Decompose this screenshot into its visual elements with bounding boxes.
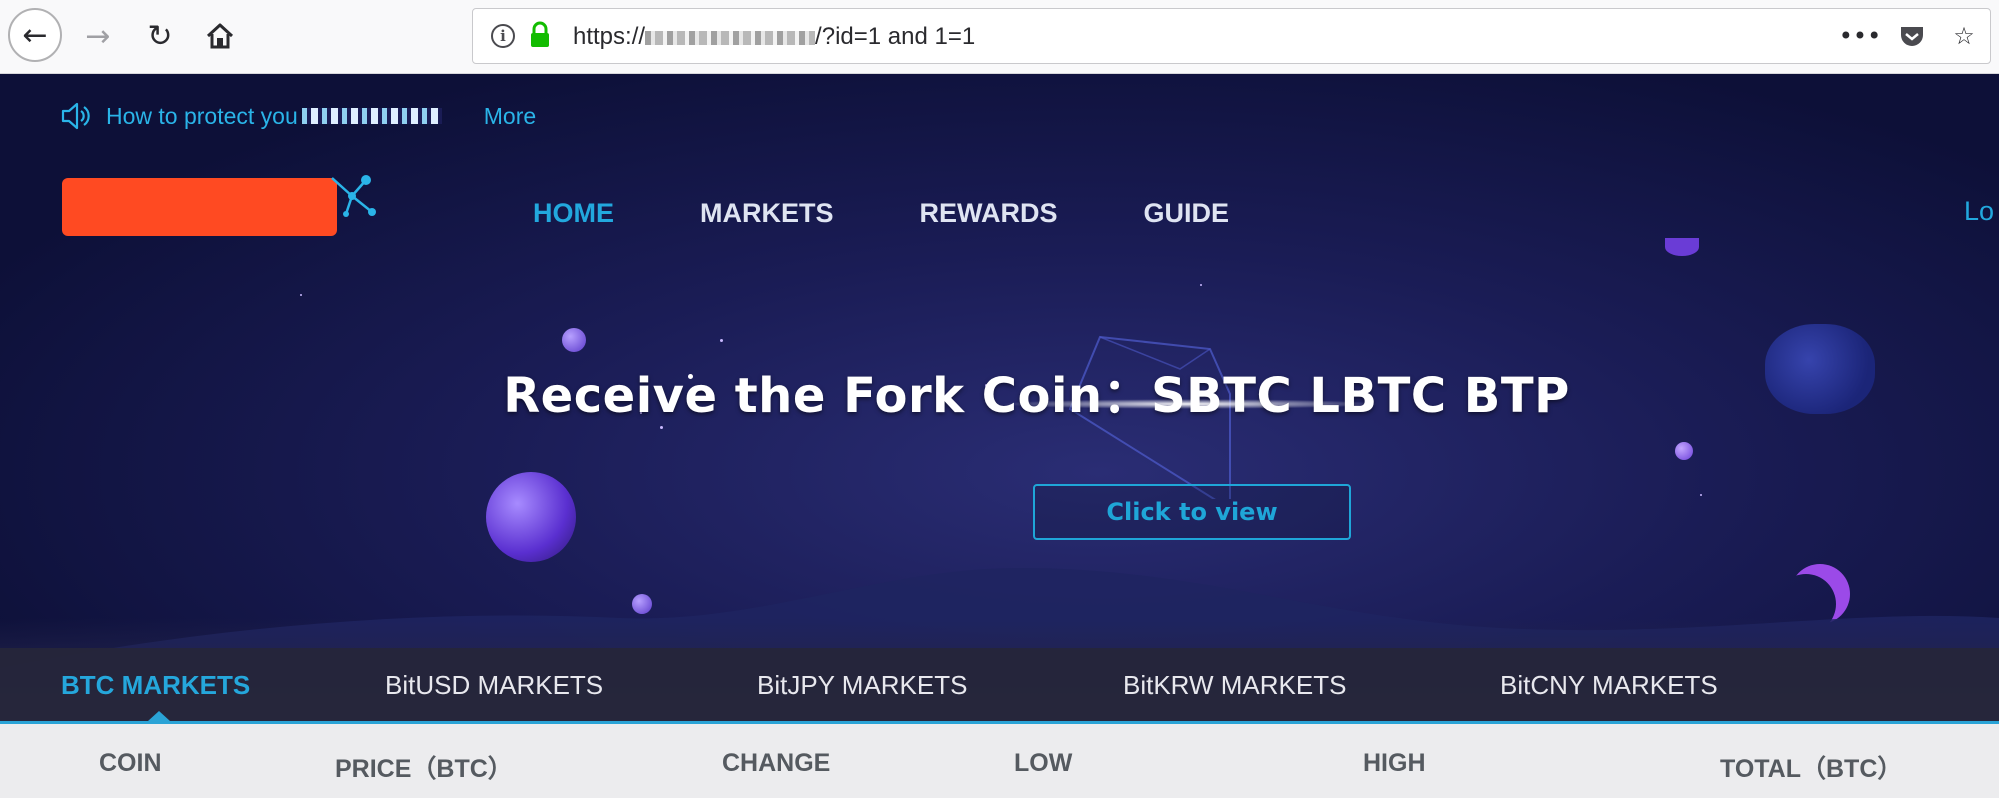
- pocket-icon[interactable]: [1886, 9, 1938, 63]
- hero-title: Receive the Fork Coin：SBTC LBTC BTP: [503, 368, 1570, 424]
- browser-toolbar: ← → ↻ i https:// /?id=1 and 1=1 ••• ☆: [0, 0, 1999, 74]
- column-header-coin[interactable]: COIN: [99, 749, 162, 778]
- hero-light-streak: [1000, 399, 1380, 409]
- nav-home[interactable]: HOME: [533, 198, 614, 229]
- column-header-change[interactable]: CHANGE: [722, 749, 830, 778]
- nav-rewards[interactable]: REWARDS: [920, 198, 1058, 229]
- back-button[interactable]: ←: [8, 8, 62, 62]
- url-redacted-domain: [645, 30, 816, 45]
- nav-markets[interactable]: MARKETS: [700, 198, 834, 229]
- main-navigation: HOME MARKETS REWARDS GUIDE: [533, 198, 1315, 229]
- tab-bitkrw-markets[interactable]: BitKRW MARKETS: [1123, 670, 1346, 701]
- column-header-total[interactable]: TOTAL（BTC）: [1720, 749, 1902, 785]
- active-tab-caret: [148, 711, 170, 721]
- url-text: https:// /?id=1 and 1=1: [573, 23, 975, 51]
- planet-small-left: [562, 328, 586, 352]
- login-link[interactable]: Lo: [1964, 196, 1994, 227]
- click-to-view-button[interactable]: Click to view: [1033, 484, 1351, 540]
- home-icon: [206, 23, 234, 49]
- exchange-homepage: How to protect you More HOME MARKETS REW…: [0, 74, 1999, 798]
- announcement-redacted: [301, 108, 442, 124]
- market-tabs: BTC MARKETS BitUSD MARKETS BitJPY MARKET…: [0, 648, 1999, 724]
- column-header-price[interactable]: PRICE（BTC）: [335, 749, 513, 785]
- url-suffix: /?id=1 and 1=1: [815, 23, 976, 50]
- reload-button[interactable]: ↻: [134, 10, 186, 62]
- tab-btc-markets[interactable]: BTC MARKETS: [61, 670, 250, 701]
- site-logo-redacted[interactable]: [62, 178, 337, 236]
- speaker-icon: [61, 102, 90, 130]
- nav-guide[interactable]: GUIDE: [1144, 198, 1230, 229]
- tab-bitusd-markets[interactable]: BitUSD MARKETS: [385, 670, 603, 701]
- announcement-text[interactable]: How to protect you: [106, 103, 298, 130]
- reload-icon: ↻: [147, 18, 173, 54]
- tab-bitjpy-markets[interactable]: BitJPY MARKETS: [757, 670, 967, 701]
- column-header-high[interactable]: HIGH: [1363, 749, 1426, 778]
- logo-network-icon: [331, 175, 376, 217]
- planet-small-right: [1675, 442, 1693, 460]
- home-button[interactable]: [194, 10, 246, 62]
- planet-top-right: [1665, 238, 1699, 256]
- info-icon[interactable]: i: [491, 24, 515, 48]
- tab-bitcny-markets[interactable]: BitCNY MARKETS: [1500, 670, 1718, 701]
- back-arrow-icon: ←: [22, 17, 48, 53]
- lock-icon[interactable]: [529, 21, 551, 49]
- forward-arrow-icon: →: [85, 18, 111, 54]
- market-table-header: COIN PRICE（BTC） CHANGE LOW HIGH TOTAL（BT…: [0, 724, 1999, 798]
- announcement-ticker[interactable]: How to protect you More: [60, 96, 536, 136]
- announcement-more-link[interactable]: More: [484, 103, 536, 130]
- more-icon[interactable]: •••: [1834, 9, 1886, 63]
- column-header-low[interactable]: LOW: [1014, 749, 1072, 778]
- star-icon[interactable]: ☆: [1938, 9, 1990, 63]
- address-bar[interactable]: i https:// /?id=1 and 1=1 ••• ☆: [472, 8, 1991, 64]
- forward-button[interactable]: →: [72, 10, 124, 62]
- url-prefix: https://: [573, 23, 646, 50]
